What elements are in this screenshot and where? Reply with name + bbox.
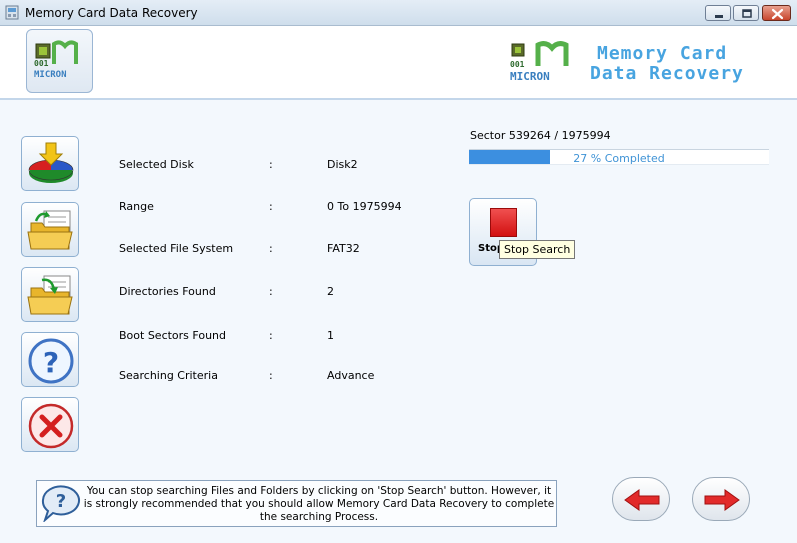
detail-colon: :	[269, 158, 273, 171]
stop-icon	[490, 208, 517, 237]
minimize-button[interactable]	[705, 5, 731, 21]
detail-value: Disk2	[327, 158, 358, 171]
logo-left: 001 MICRON	[26, 29, 93, 93]
brand-title-line1: Memory Card	[597, 43, 728, 64]
exit-icon	[28, 403, 74, 449]
detail-value: FAT32	[327, 242, 360, 255]
back-arrow-icon	[624, 489, 660, 511]
folder-restore-icon	[27, 275, 73, 315]
micron-logo-icon: 001 MICRON	[34, 40, 78, 80]
back-button[interactable]	[612, 477, 670, 521]
disk-recovery-icon	[28, 142, 74, 183]
brand-title-line2: Data Recovery	[590, 63, 744, 84]
detail-colon: :	[269, 242, 273, 255]
detail-colon: :	[269, 285, 273, 298]
detail-label: Directories Found	[119, 285, 216, 298]
detail-value: 2	[327, 285, 334, 298]
progress-text: 27 % Completed	[573, 152, 665, 165]
detail-label: Range	[119, 200, 154, 213]
sector-current: 539264	[508, 129, 551, 142]
sector-separator: /	[554, 129, 559, 142]
help-message-text: You can stop searching Files and Folders…	[83, 485, 555, 523]
next-button[interactable]	[692, 477, 750, 521]
exit-button[interactable]	[21, 397, 79, 452]
svg-text:MICRON: MICRON	[510, 70, 550, 83]
next-arrow-icon	[704, 489, 740, 511]
micron-brand-icon: 001 MICRON	[510, 41, 569, 83]
main-panel: ? Selected Disk : Disk2 Range : 0 To 197…	[0, 100, 797, 543]
sector-total: 1975994	[561, 129, 611, 142]
detail-label: Selected Disk	[119, 158, 194, 171]
title-bar: Memory Card Data Recovery	[0, 0, 797, 26]
help-message-box: ? You can stop searching Files and Folde…	[36, 480, 557, 527]
restore-folder-button[interactable]	[21, 267, 79, 322]
help-button[interactable]: ?	[21, 332, 79, 387]
folder-open-icon	[27, 210, 73, 250]
logo-right: 001 MICRON	[508, 40, 580, 84]
sector-label: Sector	[470, 129, 506, 142]
app-icon	[5, 5, 19, 20]
header-banner: 001 MICRON 001 MICRON Memory Card Data R…	[0, 26, 797, 100]
detail-value: Advance	[327, 369, 375, 382]
svg-text:?: ?	[56, 491, 66, 512]
svg-text:?: ?	[43, 346, 59, 379]
sector-status: Sector 539264 / 1975994	[470, 129, 611, 142]
stop-search-tooltip: Stop Search	[499, 240, 576, 259]
detail-label: Boot Sectors Found	[119, 329, 226, 342]
svg-text:MICRON: MICRON	[34, 70, 67, 80]
detail-colon: :	[269, 200, 273, 213]
svg-text:001: 001	[34, 59, 49, 68]
detail-colon: :	[269, 369, 273, 382]
disk-recovery-button[interactable]	[21, 136, 79, 191]
detail-label: Searching Criteria	[119, 369, 218, 382]
close-window-button[interactable]	[762, 5, 791, 21]
detail-colon: :	[269, 329, 273, 342]
help-icon: ?	[28, 338, 74, 384]
open-folder-button[interactable]	[21, 202, 79, 257]
detail-value: 0 To 1975994	[327, 200, 402, 213]
svg-text:001: 001	[510, 60, 525, 69]
progress-bar: 27 % Completed	[469, 149, 769, 165]
window-title: Memory Card Data Recovery	[25, 6, 198, 20]
minimize-icon	[715, 15, 723, 18]
maximize-icon	[742, 9, 752, 18]
speech-help-icon: ?	[41, 485, 80, 522]
detail-value: 1	[327, 329, 334, 342]
close-icon	[771, 8, 784, 20]
detail-label: Selected File System	[119, 242, 234, 255]
maximize-button[interactable]	[733, 5, 759, 21]
